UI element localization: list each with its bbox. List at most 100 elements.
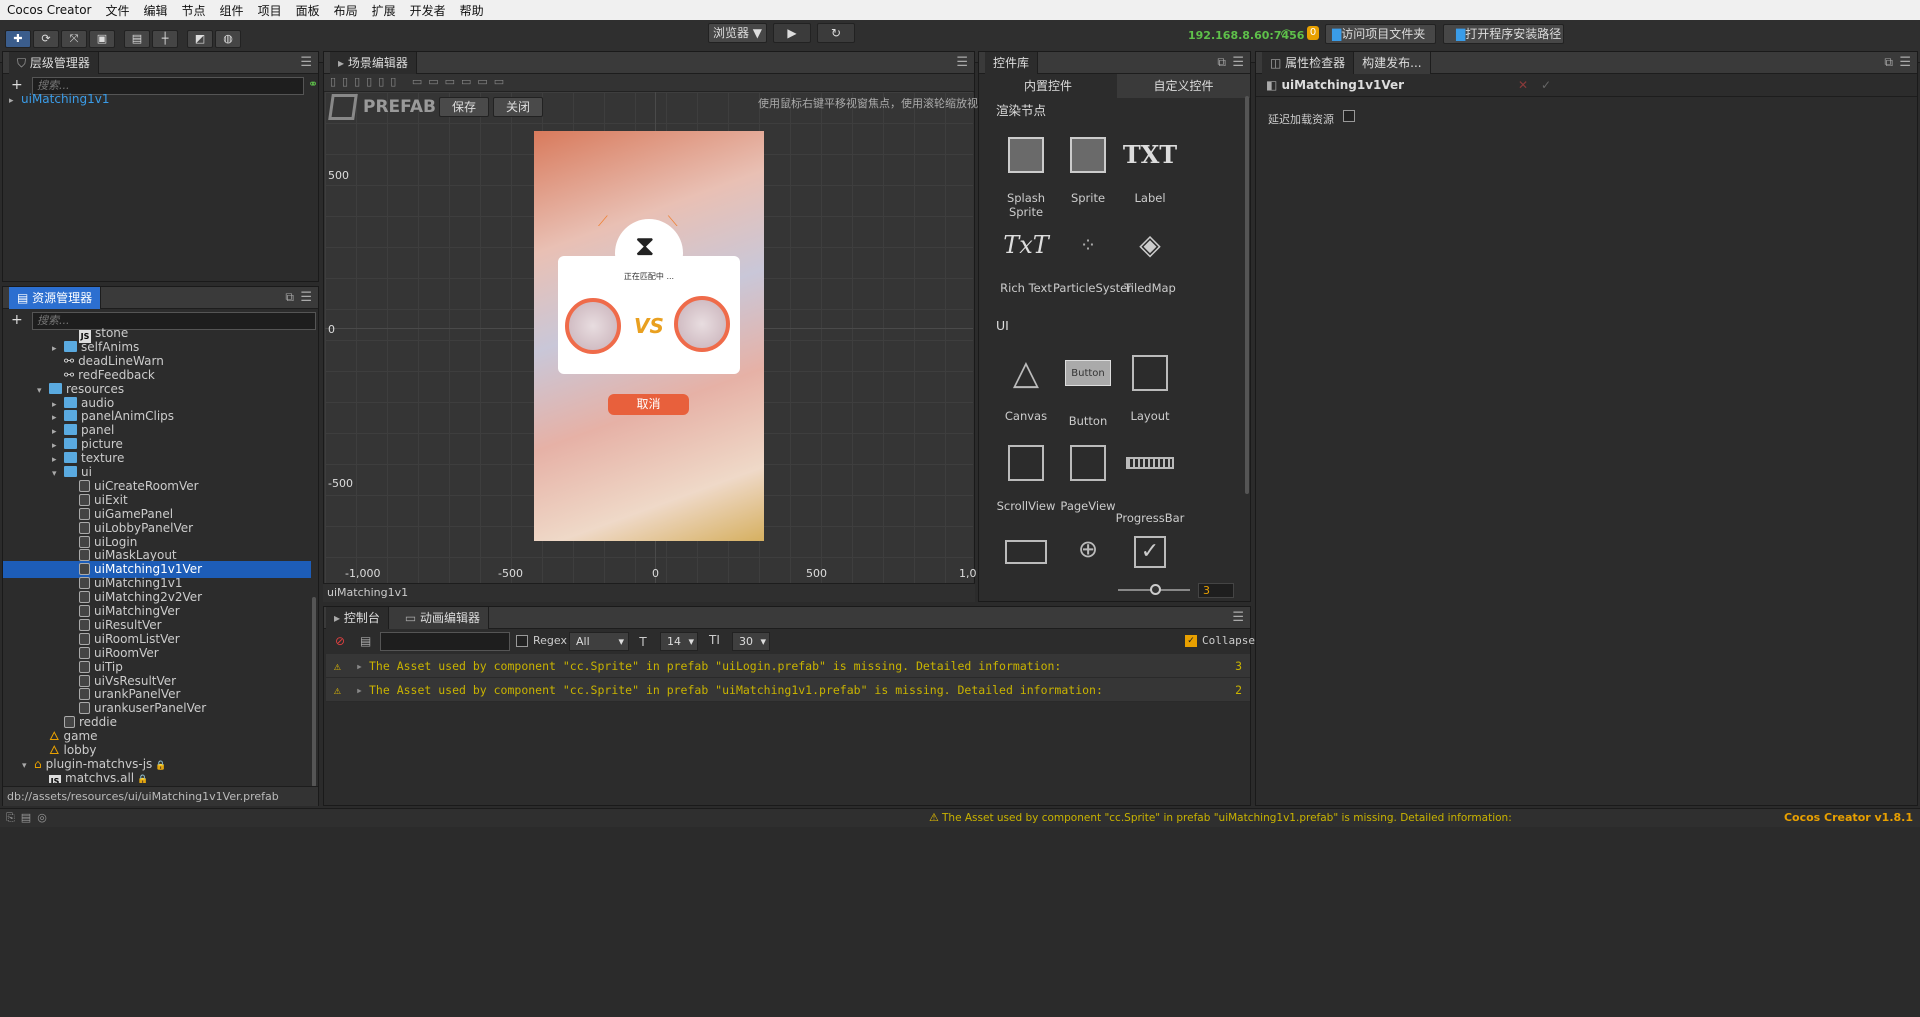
revert-icon[interactable]: ✕	[1518, 78, 1528, 92]
tab-builtin[interactable]: 内置控件	[979, 74, 1117, 98]
panel-menu-icon[interactable]: ☰	[1232, 55, 1244, 70]
snap-toggle-icon[interactable]: ◩	[187, 30, 213, 48]
rect-tool-icon[interactable]: ▣	[89, 30, 115, 48]
console-log-row[interactable]: ⚠ ▸ The Asset used by component "cc.Spri…	[326, 654, 1250, 678]
link-icon[interactable]: ⚭	[308, 77, 318, 91]
log-level-select[interactable]: All ▾	[569, 632, 629, 651]
local-toggle-icon[interactable]: ┼	[152, 30, 178, 48]
menu-item[interactable]: 扩展	[365, 2, 403, 19]
apply-icon[interactable]: ✓	[1541, 78, 1551, 92]
tab-custom[interactable]: 自定义控件	[1117, 74, 1250, 98]
panel-menu-icon[interactable]: ☰	[300, 290, 312, 305]
widget-label[interactable]: TXT Label	[1115, 137, 1185, 205]
prefab-icon	[79, 577, 90, 590]
align-icons[interactable]: ▯▯▯▯▯▯ ▭▭▭▭▭▭	[330, 75, 510, 88]
menu-item[interactable]: 节点	[175, 2, 213, 19]
animation-tab[interactable]: ▭ 动画编辑器	[388, 606, 490, 629]
widget-particle-system[interactable]: ⁘ ParticleSyster	[1053, 227, 1132, 295]
collapse-checkbox[interactable]: ✓	[1185, 635, 1197, 647]
widget-layout[interactable]: Layout	[1115, 355, 1185, 423]
section-ui: UI	[996, 318, 1009, 333]
menu-item[interactable]: 编辑	[137, 2, 175, 19]
menu-item[interactable]: 帮助	[453, 2, 491, 19]
inspector-header: ◫ 属性检查器 构建发布... ⧉ ☰	[1256, 51, 1917, 74]
menu-item[interactable]: 项目	[251, 2, 289, 19]
widget-rich-text[interactable]: TxT Rich Text	[991, 227, 1061, 295]
widget-canvas[interactable]: △ Canvas	[991, 355, 1061, 423]
matching-text: 正在匹配中 ...	[623, 272, 675, 281]
widget-scrollbar[interactable]	[1245, 96, 1249, 494]
warning-icon: ⚠	[334, 683, 341, 697]
widget-scrollview[interactable]: ScrollView	[991, 445, 1061, 513]
move-tool-icon[interactable]: ✚	[5, 30, 31, 48]
console-log-row[interactable]: ⚠ ▸ The Asset used by component "cc.Spri…	[326, 678, 1250, 702]
scale-tool-icon[interactable]: ⤧	[61, 30, 87, 48]
widget-splash-sprite[interactable]: Splash Sprite	[991, 137, 1061, 219]
prefab-preview-background[interactable]: ⧗ ⟋⟍ 正在匹配中 ... VS 取消	[534, 131, 764, 541]
asset-label: uiMatching1v1Ver	[94, 562, 203, 577]
menu-item[interactable]: 组件	[213, 2, 251, 19]
asset-scrollbar[interactable]	[312, 597, 316, 787]
delay-load-checkbox[interactable]	[1343, 110, 1355, 122]
preview-platform-select[interactable]: 浏览器 ▼	[708, 23, 767, 43]
rotate-tool-icon[interactable]: ⟳	[33, 30, 59, 48]
expand-icon[interactable]: ▸	[356, 678, 363, 702]
slider-icon[interactable]: ⊕	[1078, 535, 1098, 563]
assets-tab[interactable]: ▤ 资源管理器	[9, 286, 102, 309]
save-button[interactable]: 保存	[439, 97, 489, 117]
toggle-icon[interactable]: ✓	[1134, 536, 1166, 568]
menu-item[interactable]: 文件	[99, 2, 137, 19]
asset-label: resources	[66, 381, 125, 396]
popout-icon[interactable]: ⧉	[1217, 55, 1226, 70]
asset-label: uiRoomListVer	[94, 631, 180, 646]
clear-icon[interactable]: ⊘	[335, 634, 345, 648]
zoom-slider-thumb[interactable]	[1150, 584, 1161, 595]
prefab-icon	[79, 618, 90, 631]
zoom-input[interactable]: 3	[1198, 583, 1234, 598]
menu-item[interactable]: 开发者	[403, 2, 453, 19]
line-height-select[interactable]: 30 ▾	[732, 632, 770, 651]
inspector-tab[interactable]: ◫ 属性检查器	[1262, 51, 1355, 74]
widget-tab[interactable]: 控件库	[985, 51, 1039, 74]
expand-icon[interactable]: ▸	[356, 654, 363, 678]
build-tab[interactable]: 构建发布...	[1354, 51, 1431, 74]
widget-progressbar[interactable]: ProgressBar	[1115, 445, 1185, 525]
popout-icon[interactable]: ⧉	[1884, 55, 1893, 70]
widget-tiledmap[interactable]: ◈ TiledMap	[1115, 227, 1185, 295]
font-size-select[interactable]: 14 ▾	[660, 632, 698, 651]
asset-tree-item[interactable]: JS matchvs.all 🔒	[3, 770, 311, 783]
log-file-icon[interactable]: ▤	[360, 634, 371, 648]
regex-checkbox[interactable]	[516, 635, 528, 647]
debug-toggle-icon[interactable]: ◍	[215, 30, 241, 48]
console-filter-input[interactable]	[380, 632, 510, 651]
notification-badge[interactable]: 0	[1307, 26, 1319, 40]
refresh-icon[interactable]: ↻	[817, 23, 855, 43]
hierarchy-root-node[interactable]: ▸ uiMatching1v1	[9, 91, 109, 108]
panel-menu-icon[interactable]: ☰	[1232, 610, 1244, 625]
pivot-toggle-icon[interactable]: ▤	[124, 30, 150, 48]
widget-sprite[interactable]: Sprite	[1053, 137, 1123, 205]
play-icon[interactable]: ▶	[773, 23, 811, 43]
assets-header: ▤ 资源管理器 ⧉ ☰	[3, 286, 318, 309]
app-name[interactable]: Cocos Creator	[0, 3, 99, 17]
open-install-path-button[interactable]: ▇打开程序安装路径	[1443, 24, 1564, 44]
console-tab[interactable]: ▸ 控制台	[326, 606, 389, 629]
scene-tab[interactable]: ▸ 场景编辑器	[330, 51, 417, 74]
button-icon-wrap: Button	[1053, 360, 1123, 414]
panel-menu-icon[interactable]: ☰	[1899, 55, 1911, 70]
editbox-icon[interactable]	[1005, 540, 1047, 564]
status-tools-icons[interactable]: ⎘▤◎	[6, 811, 53, 825]
open-project-folder-button[interactable]: ▇访问项目文件夹	[1325, 24, 1436, 44]
panel-menu-icon[interactable]: ☰	[300, 55, 312, 70]
cancel-button[interactable]: 取消	[608, 394, 689, 415]
popout-icon[interactable]: ⧉	[285, 290, 294, 305]
widget-header: 控件库 ⧉ ☰	[979, 51, 1250, 74]
menu-item[interactable]: 布局	[327, 2, 365, 19]
widget-button[interactable]: Button Button	[1053, 355, 1123, 428]
close-button[interactable]: 关闭	[493, 97, 543, 117]
hierarchy-tab[interactable]: ⛉ 层级管理器	[9, 51, 99, 74]
panel-menu-icon[interactable]: ☰	[956, 55, 968, 70]
widget-pageview[interactable]: PageView	[1053, 445, 1123, 513]
menu-item[interactable]: 面板	[289, 2, 327, 19]
expand-icon[interactable]: ▸	[9, 93, 21, 110]
